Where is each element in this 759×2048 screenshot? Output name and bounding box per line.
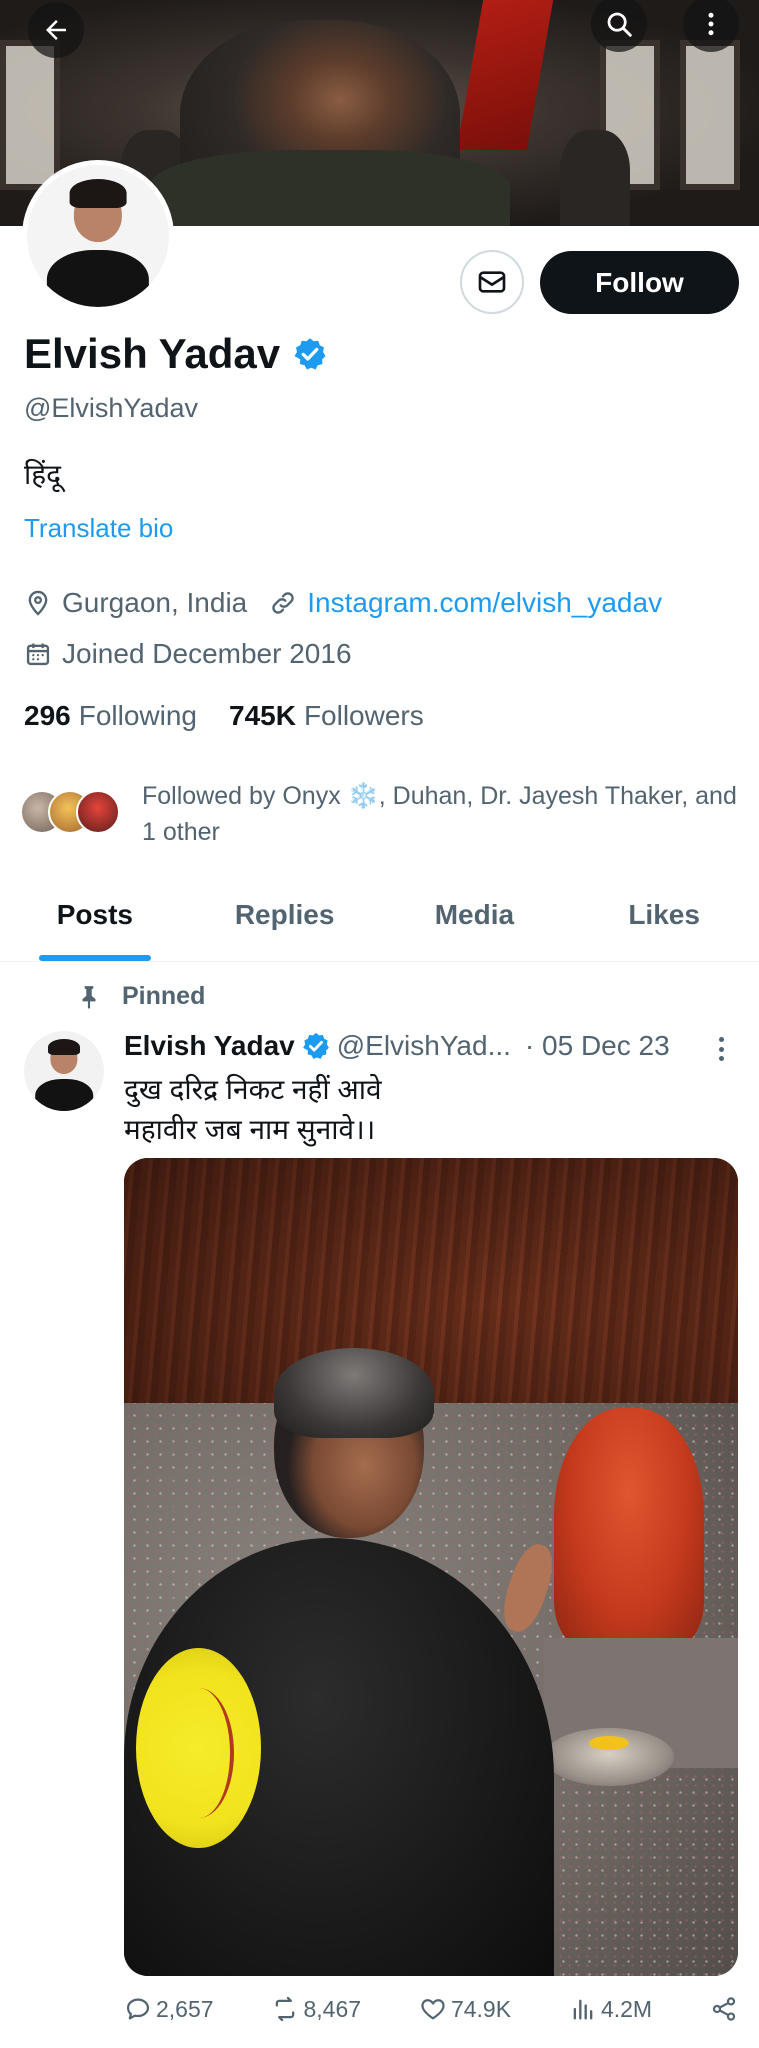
views-count: 4.2M <box>600 1995 653 2022</box>
banner-window <box>680 40 740 190</box>
followed-by-avatars <box>20 790 120 840</box>
tab-replies[interactable]: Replies <box>190 868 380 961</box>
views-chart-icon <box>573 1999 593 2020</box>
following-count-link[interactable]: 296 Following <box>24 700 197 732</box>
avatar-hair <box>48 1039 80 1055</box>
search-icon <box>607 12 632 37</box>
repost-count: 8,467 <box>303 1995 362 2022</box>
tab-media[interactable]: Media <box>380 868 570 961</box>
more-dot <box>718 1046 724 1052</box>
post-actions: 2,657 8,467 74.9K 4.2M <box>124 1995 738 2023</box>
followed-by-text: Followed by Onyx ❄️, Duhan, Dr. Jayesh T… <box>142 782 737 846</box>
post-date[interactable]: · 05 Dec 23 <box>525 1030 670 1062</box>
heart-icon <box>421 1999 445 2020</box>
verified-badge-icon[interactable] <box>292 336 328 372</box>
verified-badge-icon <box>302 1032 329 1059</box>
more-dot <box>718 1056 724 1061</box>
profile-joined-row: Joined December 2016 <box>24 638 352 670</box>
post-more-button[interactable] <box>706 1034 736 1064</box>
profile-handle: @ElvishYadav <box>24 393 198 423</box>
profile-name-row: Elvish Yadav <box>24 330 328 378</box>
post-author-name[interactable]: Elvish Yadav <box>124 1030 295 1062</box>
post-author-avatar[interactable] <box>24 1031 104 1111</box>
tab-likes[interactable]: Likes <box>569 868 759 961</box>
post-text: दुख दरिद्र निकट नहीं आवे महावीर जब नाम स… <box>124 1074 382 1145</box>
pinned-label: Pinned <box>76 982 205 1011</box>
arrow-left-icon <box>46 20 66 40</box>
post-header: Elvish Yadav @ElvishYad... · 05 Dec 23 <box>124 1030 736 1062</box>
location-pin-icon <box>28 590 48 616</box>
followers-count-link[interactable]: 745K Followers <box>229 700 424 732</box>
translate-bio-link[interactable]: Translate bio <box>24 513 173 544</box>
more-dot <box>718 1037 724 1042</box>
banner-window <box>0 40 60 190</box>
mail-icon <box>478 271 506 293</box>
like-count: 74.9K <box>450 1995 512 2022</box>
avatar-body <box>46 250 150 307</box>
tab-posts[interactable]: Posts <box>0 868 190 961</box>
profile-joined-date: Joined December 2016 <box>62 638 352 669</box>
repost-icon <box>276 1996 295 2022</box>
message-button[interactable] <box>460 250 524 314</box>
profile-website-link[interactable]: Instagram.com/elvish_yadav <box>307 587 662 619</box>
calendar-icon <box>26 643 50 666</box>
followed-by-row[interactable]: Followed by Onyx ❄️, Duhan, Dr. Jayesh T… <box>20 778 740 850</box>
reply-count: 2,657 <box>156 1995 214 2022</box>
profile-meta-row: Gurgaon, India Instagram.com/elvish_yada… <box>24 587 662 619</box>
repost-button[interactable]: 8,467 <box>271 1995 361 2023</box>
profile-tabs: Posts Replies Media Likes <box>0 868 759 962</box>
avatar-body <box>35 1079 93 1111</box>
follower-avatar <box>76 790 120 834</box>
post-author-handle[interactable]: @ElvishYad... <box>337 1030 511 1062</box>
more-vertical-icon <box>708 12 714 36</box>
reply-icon <box>126 1998 150 2020</box>
follow-button[interactable]: Follow <box>540 251 739 314</box>
image-emblem-archer <box>164 1688 234 1818</box>
profile-name: Elvish Yadav <box>24 330 281 377</box>
image-idol <box>554 1408 704 1648</box>
profile-location: Gurgaon, India <box>62 587 248 618</box>
follow-counts: 296 Following 745K Followers <box>24 700 424 732</box>
profile-bio: हिंदू <box>24 459 61 490</box>
share-button[interactable] <box>710 1995 738 2023</box>
post-image[interactable] <box>124 1158 738 1976</box>
banner-background-person <box>560 130 630 226</box>
avatar-hair <box>69 179 127 208</box>
image-wall <box>124 1158 738 1403</box>
profile-avatar[interactable] <box>22 160 174 312</box>
reply-button[interactable]: 2,657 <box>124 1995 214 2023</box>
link-icon <box>272 592 294 614</box>
share-icon <box>712 1997 736 2021</box>
image-person-hair <box>274 1348 434 1438</box>
like-button[interactable]: 74.9K <box>419 1995 511 2023</box>
views-button[interactable]: 4.2M <box>569 1995 652 2023</box>
banner-uniform <box>150 150 510 226</box>
pin-icon <box>82 985 96 1009</box>
image-flowers <box>589 1736 629 1750</box>
back-button[interactable] <box>28 2 84 58</box>
